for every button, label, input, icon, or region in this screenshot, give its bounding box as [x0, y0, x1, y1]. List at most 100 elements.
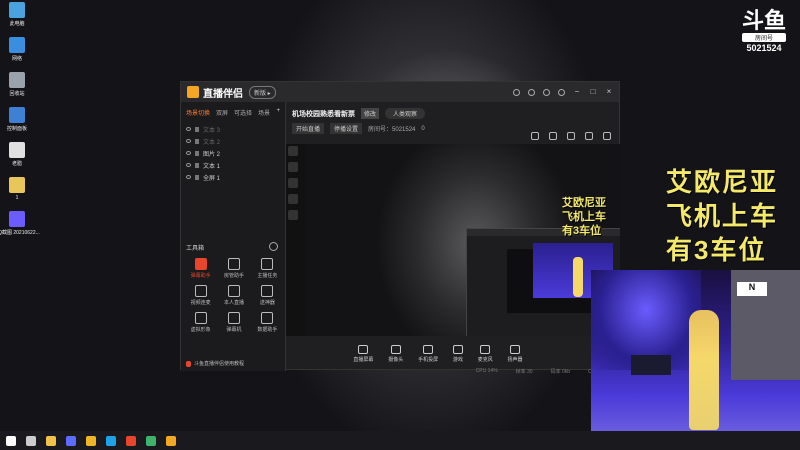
eye-icon[interactable] [186, 139, 191, 143]
tool-item[interactable]: 弹幕机 [217, 312, 250, 333]
file-icon [9, 177, 25, 193]
bottom-action-label: 游戏 [452, 357, 463, 363]
record-icon[interactable] [531, 132, 539, 140]
tool-label: 虚拟形象 [190, 327, 211, 333]
edge-icon[interactable] [106, 435, 116, 446]
add-scene-icon[interactable]: + [276, 108, 280, 117]
tool-item[interactable]: 送神器 [251, 285, 284, 306]
avatar-icon[interactable] [513, 88, 520, 96]
game-icon[interactable] [86, 435, 96, 446]
settings-icon[interactable] [543, 88, 550, 96]
strip-thumb [288, 178, 298, 188]
stream-preview[interactable] [286, 144, 620, 336]
bottom-action[interactable]: 麦克风 [478, 345, 493, 363]
version-badge[interactable]: 新版 ▸ [249, 85, 276, 99]
computer-icon [9, 2, 25, 18]
mute-icon[interactable] [567, 132, 575, 140]
task-view-icon[interactable] [26, 435, 36, 446]
tool-item[interactable]: 数据助手 [251, 312, 284, 333]
strip-thumb [288, 162, 298, 172]
desktop-icon[interactable]: 回收站 [2, 72, 32, 97]
eye-icon[interactable] [186, 175, 191, 179]
stream-companion-icon[interactable] [166, 435, 176, 446]
eye-icon[interactable] [186, 163, 191, 167]
snapshot-icon[interactable] [549, 132, 557, 140]
lock-icon[interactable] [195, 126, 199, 132]
desktop-icon[interactable]: 控制面板 [2, 107, 32, 132]
source-item[interactable]: 文本 1 [186, 159, 280, 171]
chrome-icon[interactable] [146, 435, 156, 446]
share-icon[interactable] [603, 132, 611, 140]
app-title-bar: 直播伴侣 新版 ▸ − □ × [181, 82, 619, 102]
toolbox-settings-icon[interactable] [269, 242, 278, 251]
desktop-icon-label: 老腊 [11, 161, 22, 167]
bottom-action[interactable]: 手机投屏 [418, 345, 438, 363]
source-label: 文本 2 [203, 139, 221, 146]
source-item[interactable]: 文本 2 [186, 135, 280, 147]
fire-icon [186, 360, 191, 367]
stop-settings-chip[interactable]: 停播设置 [330, 123, 363, 134]
source-item[interactable]: 全屏 1 [186, 171, 280, 183]
bottom-action-icon [510, 345, 521, 354]
lock-icon[interactable] [195, 138, 199, 144]
tool-item[interactable]: 视频连麦 [184, 285, 217, 306]
desktop-icon-label: 此电脑 [9, 21, 25, 27]
desktop-icon-label: QQ截图 20210622... [0, 230, 40, 236]
bottom-action[interactable]: 扬声器 [508, 345, 523, 363]
source-item[interactable]: 图片 2 [186, 147, 280, 159]
recycle-bin-icon [9, 72, 25, 88]
source-item[interactable]: 文本 3 [186, 123, 280, 135]
desktop-icon[interactable]: 此电脑 [2, 2, 32, 27]
streamer-person [689, 310, 719, 430]
tool-item[interactable]: 主播任务 [251, 258, 284, 279]
room-info-row: 机场校园熟悉看新票 修改 人类观察 [286, 102, 619, 121]
minimize-icon[interactable]: − [573, 88, 581, 96]
eye-icon[interactable] [186, 127, 191, 131]
file-explorer-icon[interactable] [46, 435, 56, 446]
desktop-icon-label: 控制面板 [6, 126, 27, 132]
start-live-chip[interactable]: 开始直播 [292, 123, 325, 134]
desktop-icon[interactable]: 网络 [2, 37, 32, 62]
bottom-action[interactable]: 直播屏幕 [353, 345, 373, 363]
tool-icon [194, 285, 207, 297]
windows-start-icon[interactable] [6, 435, 16, 446]
tool-icon [194, 258, 207, 270]
tool-item[interactable]: 虚拟形象 [184, 312, 217, 333]
tool-item[interactable]: 本人直播 [217, 285, 250, 306]
bottom-action[interactable]: 游戏 [452, 345, 463, 363]
source-label: 图片 2 [203, 151, 221, 158]
file-icon [9, 142, 25, 158]
tab-scene-switch[interactable]: 场景切换 [186, 108, 210, 117]
app-icon[interactable] [66, 435, 76, 446]
source-label: 文本 3 [203, 127, 221, 134]
tab-scene[interactable]: 场景 [258, 108, 270, 117]
tool-icon [227, 312, 240, 324]
source-label: 文本 1 [203, 163, 221, 170]
room-label: 房间号 [742, 33, 786, 42]
desktop-icon[interactable]: 老腊 [2, 142, 32, 167]
small-overlay-line: 飞机上车 [562, 211, 606, 223]
tutorial-tip-text: 斗鱼直播伴侣使用教程 [194, 361, 245, 367]
menu-icon[interactable] [558, 88, 565, 96]
edit-title-button[interactable]: 修改 [361, 108, 380, 119]
overlay-line: 艾欧尼亚 [666, 167, 779, 197]
lock-icon[interactable] [195, 150, 199, 156]
notification-icon[interactable] [585, 132, 593, 140]
lock-icon[interactable] [195, 174, 199, 180]
tool-item[interactable]: 房管助手 [217, 258, 250, 279]
tool-item[interactable]: 弹幕助手 [184, 258, 217, 279]
maximize-icon[interactable]: □ [589, 88, 597, 96]
desktop-icon[interactable]: QQ截图 20210622... [0, 211, 40, 236]
bottom-action[interactable]: 摄像头 [388, 345, 403, 363]
tutorial-tip[interactable]: 斗鱼直播伴侣使用教程 [186, 360, 244, 367]
tab-dual[interactable]: 双屏 [216, 108, 228, 117]
lock-icon[interactable] [195, 162, 199, 168]
desktop-icon-label: 回收站 [9, 91, 25, 97]
tab-optional[interactable]: 可选择 [234, 108, 252, 117]
desktop-icon[interactable]: 1 [2, 177, 32, 201]
weibo-icon[interactable] [126, 435, 136, 446]
category-select[interactable]: 人类观察 [385, 108, 426, 119]
help-icon[interactable] [528, 88, 535, 96]
close-icon[interactable]: × [605, 88, 613, 96]
eye-icon[interactable] [186, 151, 191, 155]
